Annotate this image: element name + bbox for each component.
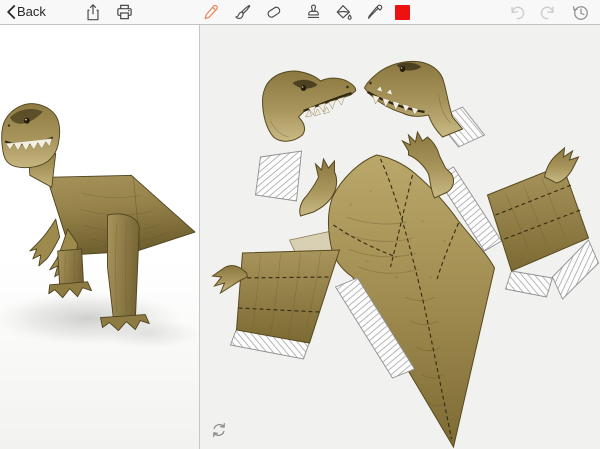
history-icon [571, 3, 590, 22]
refresh-icon [210, 427, 228, 442]
model-head [2, 104, 60, 168]
print-button[interactable] [112, 0, 136, 24]
eye [400, 66, 406, 72]
glue-tab [506, 271, 553, 297]
undo-icon [508, 3, 527, 21]
eyedropper-tool-button[interactable] [363, 0, 385, 24]
template-head-right [365, 61, 485, 147]
toolbar: Back [0, 0, 600, 25]
share-icon [84, 3, 102, 22]
glue-tab [256, 151, 302, 201]
template-head-left [256, 71, 356, 201]
brush-icon [233, 3, 252, 22]
fill-bucket-icon [334, 3, 353, 22]
trex-template-net [200, 25, 600, 449]
share-button[interactable] [82, 0, 104, 24]
pencil-tool-button[interactable] [199, 0, 221, 24]
current-color-swatch [395, 5, 410, 20]
redo-icon [538, 3, 557, 21]
template-leg-left [213, 250, 340, 359]
fill-tool-button[interactable] [332, 0, 354, 24]
eye [301, 85, 307, 91]
print-icon [115, 3, 134, 21]
model-front-leg [49, 249, 92, 298]
eraser-tool-button[interactable] [262, 0, 284, 24]
refresh-view-button[interactable] [209, 421, 229, 441]
model-nostril [8, 124, 10, 126]
nostril [369, 82, 372, 85]
template-canvas-pane[interactable] [200, 25, 600, 449]
papercraft-editor-window: Back [0, 0, 600, 449]
brush-tool-button[interactable] [231, 0, 253, 24]
pencil-icon [201, 3, 220, 22]
template-foot-right [545, 148, 579, 183]
stamp-icon [304, 3, 323, 22]
model-eye [24, 118, 30, 124]
template-leg-right [488, 148, 599, 299]
history-button[interactable] [569, 0, 591, 24]
back-button-label: Back [17, 0, 46, 24]
workspace [0, 25, 600, 449]
redo-button[interactable] [537, 0, 557, 24]
undo-button[interactable] [507, 0, 527, 24]
eyedropper-icon [365, 3, 384, 22]
stamp-tool-button[interactable] [302, 0, 324, 24]
trex-3d-model [0, 25, 199, 449]
eraser-icon [264, 3, 283, 22]
nostril [346, 86, 349, 89]
color-swatch-button[interactable] [393, 0, 411, 24]
back-button[interactable]: Back [6, 0, 46, 24]
model-preview-pane[interactable] [0, 25, 200, 449]
back-chevron-icon [6, 5, 16, 19]
